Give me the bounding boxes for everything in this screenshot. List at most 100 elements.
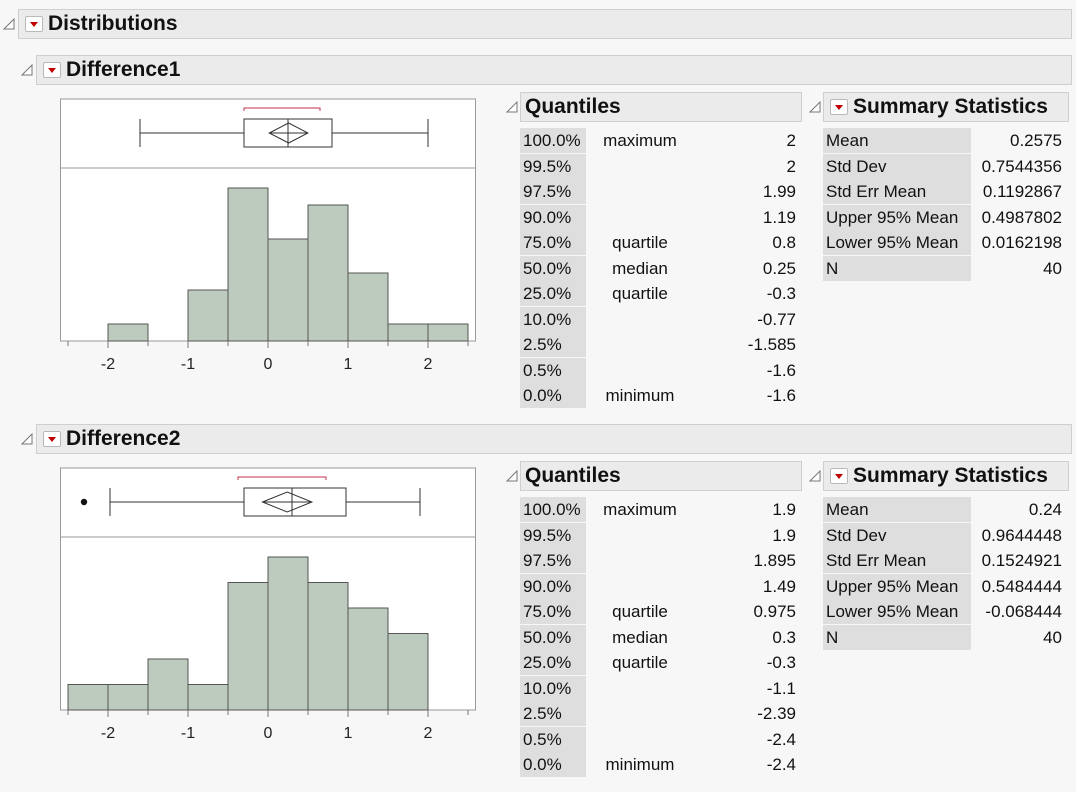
quantile-value: 1.19 — [762, 207, 796, 227]
collapse-triangle-icon[interactable] — [808, 469, 821, 487]
quantile-percent: 97.5% — [523, 551, 572, 570]
table-row: N 40 — [823, 256, 1066, 281]
table-row: Std Err Mean 0.1524921 — [823, 548, 1066, 573]
quantile-value: 0.25 — [762, 258, 796, 278]
table-row: 0.5% -1.6 — [520, 358, 800, 383]
histogram-bar — [187, 684, 229, 711]
summary-label: Lower 95% Mean — [826, 233, 959, 252]
histogram-bar — [67, 684, 109, 711]
table-row: 10.0% -0.77 — [520, 307, 800, 332]
collapse-triangle-icon[interactable] — [505, 469, 518, 487]
table-row: 90.0% 1.19 — [520, 205, 800, 230]
quantiles-title: Quantiles — [525, 95, 621, 118]
summary-value: 0.2575 — [1010, 131, 1062, 150]
table-row: Mean 0.24 — [823, 497, 1066, 522]
collapse-triangle-icon[interactable] — [808, 100, 821, 118]
quantile-label: minimum — [605, 755, 675, 774]
red-triangle-menu-icon[interactable] — [830, 99, 848, 115]
quantile-value: 1.49 — [762, 576, 796, 596]
table-row: 75.0% quartile 0.8 — [520, 230, 800, 255]
collapse-triangle-icon[interactable] — [2, 17, 15, 35]
quantile-value: -1.585 — [747, 335, 796, 354]
histogram-bar — [267, 556, 309, 711]
quantile-percent: 2.5% — [523, 335, 562, 354]
summary-value: 0.7544356 — [981, 156, 1062, 176]
table-row: Std Dev 0.7544356 — [823, 154, 1066, 179]
quantile-percent: 0.5% — [523, 729, 562, 749]
quantile-value: -2.4 — [766, 755, 796, 774]
quantile-percent: 99.5% — [523, 525, 572, 545]
histogram-bar — [307, 582, 349, 711]
summary-label: Mean — [826, 131, 869, 150]
quantile-value: 0.8 — [772, 233, 796, 252]
table-row: 99.5% 1.9 — [520, 523, 800, 548]
section-title: Difference2 — [66, 427, 181, 450]
x-tick-label: -1 — [181, 725, 195, 742]
table-row: 0.0% minimum -1.6 — [520, 383, 800, 408]
summary-value: -0.068444 — [985, 602, 1062, 621]
summary-value: 0.1192867 — [982, 182, 1062, 201]
summary-label: N — [826, 258, 839, 278]
outlier-point — [80, 498, 88, 506]
red-triangle-menu-icon[interactable] — [43, 62, 61, 78]
quantile-percent: 25.0% — [523, 284, 572, 303]
histogram-chart: -2 -1 0 1 2 — [60, 467, 476, 742]
histogram-bar — [227, 582, 269, 711]
quantile-percent: 90.0% — [523, 207, 572, 227]
histogram-bar — [147, 658, 189, 711]
quantile-value: 1.895 — [753, 551, 796, 570]
quantile-label: quartile — [612, 602, 668, 621]
table-row: N 40 — [823, 625, 1066, 650]
summary-value: 40 — [1043, 627, 1062, 647]
quantile-percent: 25.0% — [523, 653, 572, 672]
quantile-percent: 10.0% — [523, 309, 572, 329]
table-row: 2.5% -2.39 — [520, 701, 800, 726]
quantile-percent: 100.0% — [523, 500, 581, 519]
red-triangle-menu-icon[interactable] — [830, 468, 848, 484]
summary-title: Summary Statistics — [853, 95, 1048, 118]
quantile-percent: 0.0% — [523, 386, 562, 405]
quantile-value: 1.9 — [772, 500, 796, 519]
summary-label: Upper 95% Mean — [826, 576, 959, 596]
histogram-bar — [427, 323, 469, 342]
table-row: Std Err Mean 0.1192867 — [823, 179, 1066, 204]
quantile-percent: 50.0% — [523, 627, 572, 647]
x-tick-label: 2 — [424, 356, 433, 373]
red-triangle-menu-icon[interactable] — [25, 16, 43, 32]
quantile-label: maximum — [603, 500, 677, 519]
quantile-value: 2 — [786, 131, 796, 150]
quantile-percent: 0.0% — [523, 755, 562, 774]
summary-value: 0.5484444 — [981, 576, 1062, 596]
summary-title: Summary Statistics — [853, 464, 1048, 487]
table-row: 25.0% quartile -0.3 — [520, 281, 800, 306]
summary-label: Std Err Mean — [826, 182, 927, 201]
section-header — [36, 424, 1072, 454]
summary-value: 0.4987802 — [981, 207, 1062, 227]
quantile-percent: 99.5% — [523, 156, 572, 176]
red-triangle-menu-icon[interactable] — [43, 431, 61, 447]
histogram-bar — [347, 272, 389, 342]
table-row: 0.5% -2.4 — [520, 727, 800, 752]
x-tick-label: 0 — [264, 725, 273, 742]
quantile-label: quartile — [612, 284, 668, 303]
histogram-bar — [347, 607, 389, 711]
summary-label: Std Dev — [826, 525, 887, 545]
collapse-triangle-icon[interactable] — [20, 63, 33, 81]
quantile-percent: 90.0% — [523, 576, 572, 596]
quantile-label: maximum — [603, 131, 677, 150]
collapse-triangle-icon[interactable] — [20, 432, 33, 450]
summary-label: N — [826, 627, 839, 647]
table-row: 97.5% 1.99 — [520, 179, 800, 204]
histogram-bar — [387, 633, 429, 711]
quantile-percent: 10.0% — [523, 678, 572, 698]
quantile-value: -2.4 — [766, 729, 796, 749]
table-row: 50.0% median 0.25 — [520, 256, 800, 281]
table-row: 25.0% quartile -0.3 — [520, 650, 800, 675]
quantile-percent: 0.5% — [523, 360, 562, 380]
quantile-percent: 50.0% — [523, 258, 572, 278]
collapse-triangle-icon[interactable] — [505, 100, 518, 118]
table-row: 0.0% minimum -2.4 — [520, 752, 800, 777]
quantile-value: 0.975 — [753, 602, 796, 621]
quantile-value: -0.3 — [766, 284, 796, 303]
summary-label: Mean — [826, 500, 869, 519]
